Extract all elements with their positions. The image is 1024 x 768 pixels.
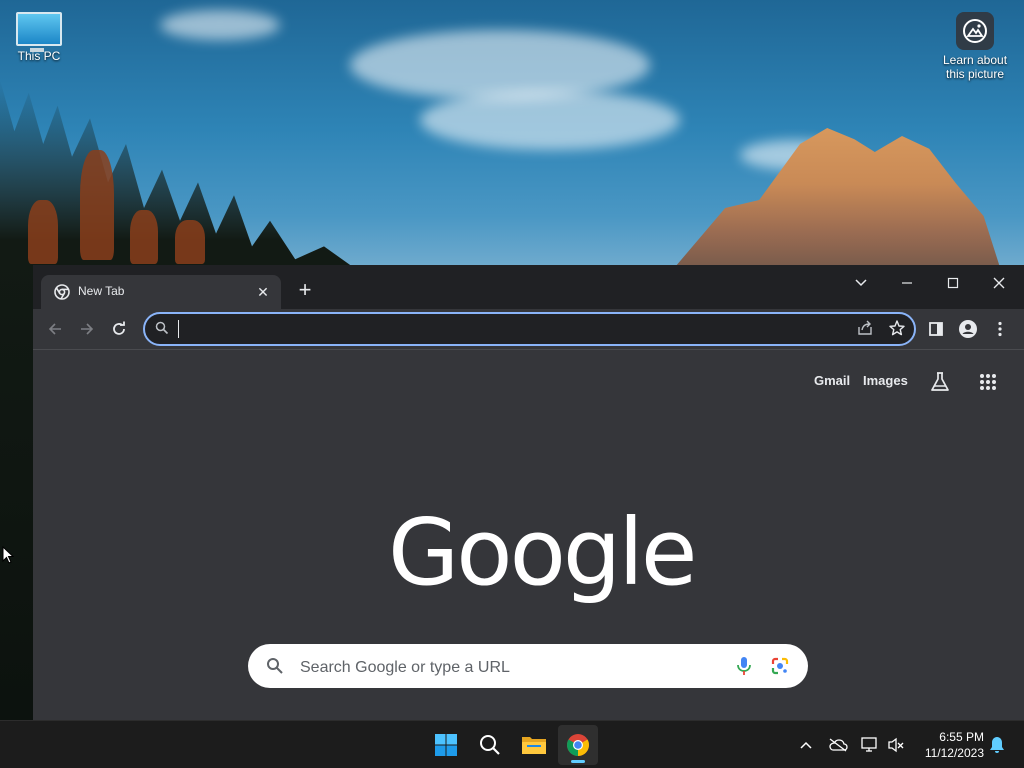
mountain — [664, 128, 1004, 280]
chevron-down-icon — [855, 279, 867, 287]
chevron-up-icon — [800, 741, 812, 749]
desktop-icon-label: Learn about — [942, 53, 1008, 67]
images-link[interactable]: Images — [863, 373, 908, 388]
taskbar-search-button[interactable] — [470, 725, 510, 765]
mouse-cursor-icon — [2, 545, 15, 569]
desktop-icon-learn-about-picture[interactable]: Learn about this picture — [937, 12, 1013, 81]
tab-strip: New Tab ✕ + — [33, 265, 1024, 309]
forward-icon — [81, 323, 94, 335]
network-icon — [861, 737, 877, 752]
back-button[interactable] — [41, 315, 69, 343]
search-icon — [155, 321, 169, 340]
minimize-icon — [902, 282, 912, 284]
new-tab-button[interactable]: + — [293, 279, 317, 303]
cloud-offline-icon — [829, 738, 848, 752]
google-apps-icon[interactable] — [976, 370, 1000, 394]
search-icon — [266, 657, 284, 680]
search-icon — [480, 735, 500, 755]
tab-search-button[interactable] — [841, 269, 881, 297]
camera-info-icon — [956, 12, 994, 50]
file-explorer-button[interactable] — [514, 725, 554, 765]
notifications-button[interactable] — [985, 733, 1009, 757]
desktop-icon-label: this picture — [945, 67, 1005, 81]
monitor-icon — [16, 12, 62, 52]
voice-search-icon[interactable] — [736, 656, 752, 681]
taskbar: 6:55 PM 11/12/2023 — [0, 720, 1024, 768]
address-input[interactable] — [183, 318, 847, 342]
ntp-search-box[interactable] — [248, 644, 808, 688]
ntp-search-input[interactable] — [298, 656, 702, 680]
share-icon[interactable] — [856, 319, 874, 342]
menu-button[interactable] — [986, 315, 1014, 343]
close-icon — [993, 277, 1005, 289]
profile-icon — [959, 320, 977, 338]
labs-flask-icon[interactable] — [928, 370, 952, 394]
volume-tray-button[interactable] — [884, 733, 908, 757]
tab-new-tab[interactable]: New Tab ✕ — [41, 275, 281, 309]
active-app-indicator — [571, 760, 585, 763]
close-tab-icon[interactable]: ✕ — [253, 282, 273, 302]
text-caret — [178, 320, 179, 338]
google-lens-icon[interactable] — [770, 656, 790, 681]
toolbar — [33, 309, 1024, 350]
file-explorer-icon — [522, 737, 546, 754]
reload-icon — [113, 321, 125, 335]
google-logo: Google — [388, 499, 697, 606]
minimize-button[interactable] — [887, 269, 927, 297]
show-hidden-icons-button[interactable] — [794, 733, 818, 757]
system-clock[interactable]: 6:55 PM 11/12/2023 — [912, 729, 984, 761]
tab-title: New Tab — [78, 284, 125, 298]
maximize-button[interactable] — [933, 269, 973, 297]
network-tray-button[interactable] — [858, 733, 882, 757]
menu-icon — [998, 321, 1002, 337]
chrome-window: New Tab ✕ + Gmail Images Google Search G… — [33, 265, 1024, 720]
bell-icon — [990, 737, 1004, 753]
chrome-taskbar-button[interactable] — [558, 725, 598, 765]
profile-button[interactable] — [954, 315, 982, 343]
reload-button[interactable] — [105, 315, 133, 343]
bookmark-star-icon[interactable] — [888, 319, 906, 342]
clock-time: 6:55 PM — [939, 730, 984, 744]
chrome-icon — [567, 734, 589, 756]
address-bar[interactable] — [143, 312, 916, 346]
back-icon — [48, 323, 61, 335]
close-window-button[interactable] — [979, 269, 1019, 297]
forward-button[interactable] — [73, 315, 101, 343]
desktop-icon-this-pc[interactable]: This PC — [1, 12, 77, 63]
clock-date: 11/12/2023 — [924, 746, 984, 760]
side-panel-button[interactable] — [922, 315, 950, 343]
speaker-muted-icon — [888, 737, 904, 753]
maximize-icon — [947, 277, 959, 289]
windows-start-icon — [435, 734, 457, 756]
gmail-link[interactable]: Gmail — [814, 373, 850, 388]
chrome-icon — [54, 284, 70, 300]
start-button[interactable] — [426, 725, 466, 765]
side-panel-icon — [929, 322, 943, 336]
onedrive-tray-button[interactable] — [826, 733, 850, 757]
